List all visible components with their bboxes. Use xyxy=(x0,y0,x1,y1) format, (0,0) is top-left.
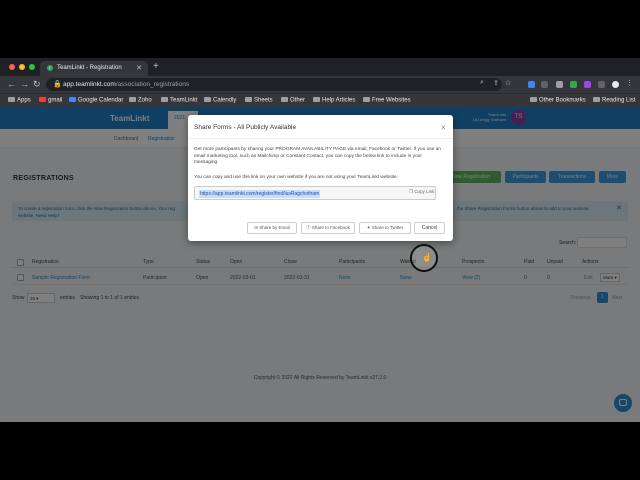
address-bar[interactable]: 🔒 app.teamlinkt.com/association_registra… xyxy=(46,78,502,91)
minimize-window-button[interactable] xyxy=(19,64,25,70)
extensions-puzzle-icon[interactable] xyxy=(598,81,605,88)
browser-toolbar: ← → ↻ 🔒 app.teamlinkt.com/association_re… xyxy=(0,76,640,93)
share-to-twitter-button[interactable]: ✦ Share to Twitter xyxy=(359,222,411,234)
reload-icon[interactable]: ↻ xyxy=(33,79,41,90)
extension-3-icon[interactable] xyxy=(556,81,563,88)
share-url-text[interactable]: https://app.teamlinkt.com/register/find/… xyxy=(199,190,321,198)
url-host: app.teamlinkt.com xyxy=(63,81,116,88)
url-path: /association_registrations xyxy=(115,81,190,88)
copy-icon: ❐ xyxy=(409,189,414,194)
share-icon[interactable]: ⇪ xyxy=(493,79,500,87)
folder-icon xyxy=(363,97,370,102)
pointer-hand-icon: ☝ xyxy=(422,253,432,262)
reading-list-icon xyxy=(593,97,600,102)
folder-icon xyxy=(129,97,136,102)
folder-icon xyxy=(530,97,537,102)
cancel-button[interactable]: Cancel xyxy=(414,222,445,234)
tab-title: TeamLinkt - Registration xyxy=(57,65,122,71)
back-icon[interactable]: ← xyxy=(7,79,16,89)
bookmark-star-icon[interactable]: ☆ xyxy=(505,79,512,87)
apps-grid-icon xyxy=(8,97,15,102)
extension-5-icon[interactable] xyxy=(584,81,591,88)
bookmark-apps[interactable]: Apps xyxy=(8,97,31,104)
bookmark-other-bookmarks[interactable]: Other Bookmarks xyxy=(530,97,586,104)
twitter-icon: ✦ xyxy=(366,225,371,230)
share-to-facebook-button[interactable]: ⓕ Share to Facebook xyxy=(301,222,355,234)
extension-4-icon[interactable] xyxy=(570,81,577,88)
gmail-icon xyxy=(39,97,46,102)
maximize-window-button[interactable] xyxy=(29,64,35,70)
profile-icon[interactable] xyxy=(612,81,619,88)
lock-icon: 🔒 xyxy=(53,81,62,88)
bookmark-help-articles[interactable]: Help Articles xyxy=(313,97,355,104)
forward-icon[interactable]: → xyxy=(20,79,29,89)
folder-icon xyxy=(161,97,168,102)
share-url-field[interactable]: https://app.teamlinkt.com/register/find/… xyxy=(194,186,436,200)
bookmark-calendly[interactable]: Calendly xyxy=(204,97,236,104)
bookmark-free-websites[interactable]: Free Websites xyxy=(363,97,411,104)
bookmark-google-calendar[interactable]: Google Calendar xyxy=(69,97,123,104)
teamlinkt-favicon-icon: ✓ xyxy=(47,65,53,71)
extension-1-icon[interactable] xyxy=(528,81,535,88)
menu-dots-icon[interactable]: ⋮ xyxy=(626,79,633,87)
bookmark-gmail[interactable]: gmail xyxy=(39,97,62,104)
new-tab-icon[interactable]: + xyxy=(153,61,159,72)
email-icon: ✉ xyxy=(254,225,258,230)
copy-link-button[interactable]: ❐ Copy Link xyxy=(409,189,434,195)
zoom-icon[interactable]: ⌕ xyxy=(480,79,487,86)
modal-description: Get more participants by sharing your PR… xyxy=(194,147,441,165)
modal-close-icon[interactable]: × xyxy=(441,123,446,132)
share-by-email-button[interactable]: ✉ Share by Email xyxy=(247,222,297,234)
folder-icon xyxy=(245,97,252,102)
folder-icon xyxy=(204,97,211,102)
facebook-icon: ⓕ xyxy=(306,225,311,230)
bookmark-sheets[interactable]: Sheets xyxy=(245,97,273,104)
bookmarks-bar: Apps gmail Google Calendar Zoho TeamLink… xyxy=(0,93,640,107)
folder-icon xyxy=(313,97,320,102)
browser-window: ✓ TeamLinkt - Registration ✕ + ← → ↻ 🔒 a… xyxy=(0,58,640,422)
bookmark-other[interactable]: Other xyxy=(281,97,305,104)
modal-divider xyxy=(188,138,453,139)
modal-title: Share Forms - All Publicly Available xyxy=(194,124,297,131)
close-window-button[interactable] xyxy=(9,64,15,70)
folder-icon xyxy=(281,97,288,102)
close-tab-icon[interactable]: ✕ xyxy=(136,64,142,72)
reading-list[interactable]: Reading List xyxy=(593,97,635,104)
extension-2-icon[interactable] xyxy=(541,81,548,88)
bookmark-teamlinkt[interactable]: TeamLinkt xyxy=(161,97,197,104)
tab-bar: ✓ TeamLinkt - Registration ✕ + xyxy=(0,58,640,76)
bookmark-zoho[interactable]: Zoho xyxy=(129,97,152,104)
modal-note: You can copy and use this link on your o… xyxy=(194,175,398,180)
calendar-icon xyxy=(69,97,76,102)
browser-tab[interactable]: ✓ TeamLinkt - Registration ✕ xyxy=(40,61,148,76)
